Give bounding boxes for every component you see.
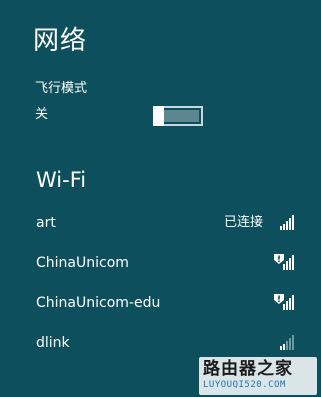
network-name: art	[36, 215, 56, 231]
wifi-signal-icon	[274, 212, 298, 232]
wifi-signal-warning-icon	[274, 292, 298, 312]
network-name: ChinaUnicom	[36, 255, 129, 271]
panel-title: 网络	[33, 26, 88, 56]
network-name: dlink	[36, 335, 70, 351]
site-watermark: 路由器之家 LUYOUQI520.COM	[199, 357, 317, 395]
wifi-signal-weak-icon	[274, 332, 298, 352]
toggle-track	[164, 110, 199, 122]
wifi-section-title: Wi-Fi	[36, 168, 87, 192]
wifi-signal-warning-icon	[274, 252, 298, 272]
airplane-mode-toggle[interactable]	[153, 106, 203, 126]
wifi-network-art[interactable]: art 已连接	[0, 204, 321, 244]
network-name: ChinaUnicom-edu	[36, 295, 161, 311]
airplane-mode-label: 飞行模式	[35, 81, 88, 96]
connection-status: 已连接	[223, 215, 263, 230]
watermark-title: 路由器之家	[203, 359, 293, 379]
wifi-network-chinaunicom[interactable]: ChinaUnicom	[0, 244, 321, 284]
watermark-url: LUYOUQI520.COM	[203, 380, 286, 390]
wifi-network-chinaunicom-edu[interactable]: ChinaUnicom-edu	[0, 284, 321, 324]
wifi-network-list: art 已连接 ChinaUnicom ChinaUnicom-edu dlin…	[0, 204, 321, 364]
airplane-mode-state: 关	[35, 107, 49, 122]
toggle-thumb[interactable]	[153, 106, 164, 126]
